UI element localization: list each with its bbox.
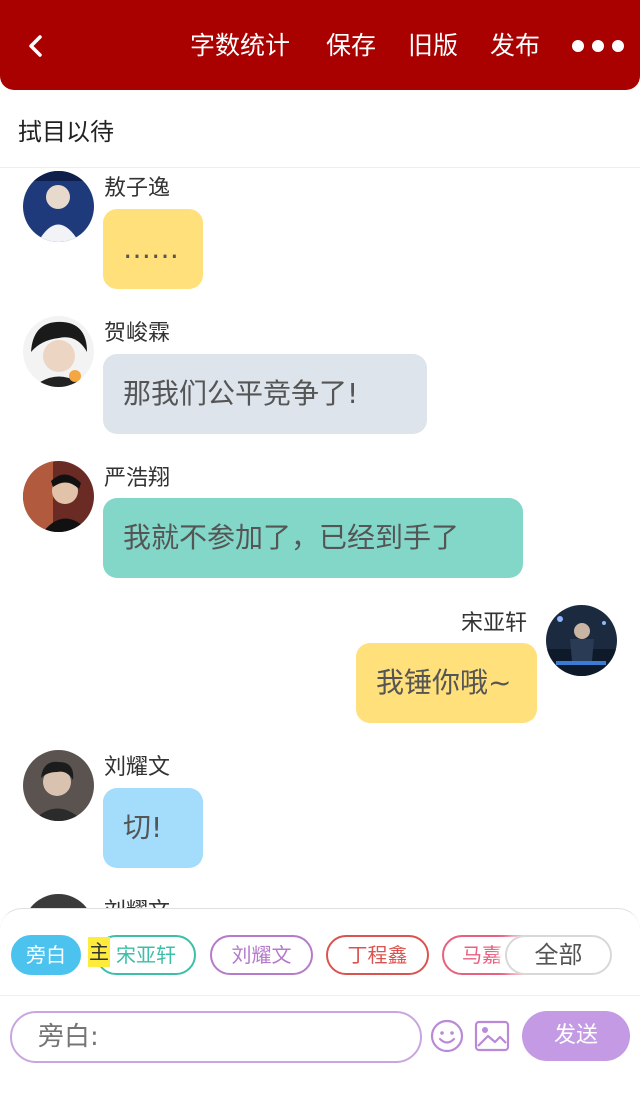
message-bubble[interactable]: …… (103, 209, 203, 289)
character-chip[interactable]: 刘耀文 (210, 935, 313, 975)
publish-button[interactable]: 发布 (490, 30, 540, 62)
emoji-icon[interactable] (430, 1019, 464, 1053)
message-bubble[interactable]: 我就不参加了，已经到手了 (103, 498, 523, 578)
send-button[interactable]: 发送 (522, 1011, 630, 1061)
avatar[interactable] (23, 171, 94, 242)
message-bubble[interactable]: 我锤你哦~ (356, 643, 537, 723)
main-character-tag: 主 (88, 937, 110, 967)
story-title: 拭目以待 (18, 118, 114, 146)
divider (0, 995, 640, 996)
message-input[interactable] (10, 1011, 422, 1063)
avatar[interactable] (23, 316, 94, 387)
character-chip[interactable]: 丁程鑫 (326, 935, 429, 975)
avatar[interactable] (23, 750, 94, 821)
top-bar: 字数统计 保存 旧版 发布 (0, 0, 640, 90)
avatar[interactable] (23, 461, 94, 532)
avatar[interactable] (546, 605, 617, 676)
message-bubble[interactable]: 切! (103, 788, 203, 868)
save-button[interactable]: 保存 (326, 30, 376, 62)
sender-name: 严浩翔 (104, 466, 171, 491)
message-bubble[interactable]: 那我们公平竞争了! (103, 354, 427, 434)
sender-name: 宋亚轩 (461, 611, 528, 636)
composer-panel: 旁白 宋亚轩 主 刘耀文 丁程鑫 马嘉 全部 发送 (0, 908, 640, 1093)
sender-name: 刘耀文 (104, 755, 171, 780)
back-arrow-icon[interactable] (20, 29, 54, 63)
more-icon[interactable] (572, 40, 624, 52)
character-chip[interactable]: 宋亚轩 (96, 935, 196, 975)
all-characters-button[interactable]: 全部 (505, 935, 612, 975)
word-count-button[interactable]: 字数统计 (190, 30, 290, 62)
sender-name: 贺峻霖 (104, 321, 171, 346)
story-title-row[interactable]: 拭目以待 (0, 90, 640, 168)
image-icon[interactable] (474, 1020, 510, 1052)
sender-name: 敖子逸 (104, 176, 171, 201)
old-version-button[interactable]: 旧版 (408, 30, 458, 62)
narrator-chip[interactable]: 旁白 (11, 935, 81, 975)
